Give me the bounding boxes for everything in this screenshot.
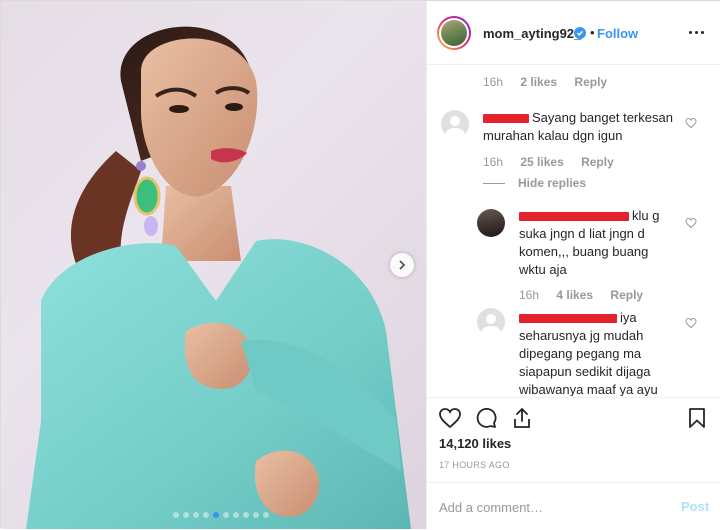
comments-list[interactable]: 16h 2 likes Reply Sayang banget terkesan… (427, 66, 720, 396)
post-photo[interactable] (1, 1, 426, 529)
header-separator: • (590, 25, 595, 40)
post-sidebar: mom_ayting92_ • Follow 16h 2 likes Reply… (426, 1, 720, 529)
follow-button[interactable]: Follow (597, 26, 638, 41)
comment-likes[interactable]: 25 likes (520, 155, 563, 169)
commenter-avatar[interactable] (477, 308, 505, 336)
commenter-avatar[interactable] (441, 110, 469, 138)
carousel-dot (253, 512, 259, 518)
like-comment-heart-icon[interactable] (685, 317, 697, 329)
comment-composer: Post (427, 482, 720, 530)
like-comment-heart-icon[interactable] (685, 117, 697, 129)
carousel-dot (173, 512, 179, 518)
likes-count[interactable]: 14,120 likes (439, 436, 511, 451)
share-icon[interactable] (510, 406, 534, 430)
comment-meta: 16h 2 likes Reply (483, 75, 607, 89)
verified-badge-icon (574, 27, 586, 39)
more-options-icon[interactable] (689, 31, 705, 35)
comment-text: Sayang banget terkesan murahan kalau dgn… (483, 110, 673, 143)
comment-input[interactable] (439, 497, 659, 517)
comment-likes[interactable]: 2 likes (520, 75, 557, 89)
next-photo-button[interactable] (390, 253, 414, 277)
redacted-username (519, 212, 629, 222)
reply-text: iya seharusnya jg mudah dipegang pegang … (519, 310, 658, 396)
carousel-dot (233, 512, 239, 518)
comment-time: 16h (519, 288, 540, 302)
chevron-right-icon (399, 260, 406, 270)
carousel-dot (263, 512, 269, 518)
comment-likes[interactable]: 4 likes (556, 288, 593, 302)
author-username[interactable]: mom_ayting92_ (483, 26, 581, 41)
carousel-dot (193, 512, 199, 518)
post-comment-button[interactable]: Post (681, 499, 709, 514)
post-timestamp: 17 HOURS AGO (439, 460, 510, 470)
reply-button[interactable]: Reply (574, 75, 607, 89)
commenter-avatar[interactable] (477, 209, 505, 237)
post-actions: 14,120 likes 17 HOURS AGO Post (427, 397, 720, 529)
comment-meta: 16h 4 likes Reply (519, 288, 643, 302)
comment-icon[interactable] (474, 406, 498, 430)
portrait-illustration (26, 26, 411, 529)
redacted-username (519, 314, 617, 324)
carousel-dot (203, 512, 209, 518)
heart-icon[interactable] (438, 406, 462, 430)
post-modal: mom_ayting92_ • Follow 16h 2 likes Reply… (0, 0, 720, 529)
reply-button[interactable]: Reply (581, 155, 614, 169)
carousel-dot (213, 512, 219, 518)
carousel-dot (223, 512, 229, 518)
author-avatar[interactable] (437, 16, 471, 50)
comment-meta: 16h 25 likes Reply (483, 155, 614, 169)
comment-time: 16h (483, 75, 504, 89)
carousel-indicator (173, 512, 269, 518)
reply-text: klu g suka jngn d liat jngn d komen,,, b… (519, 208, 660, 277)
bookmark-icon[interactable] (685, 406, 709, 430)
reply-button[interactable]: Reply (610, 288, 643, 302)
comment-time: 16h (483, 155, 504, 169)
carousel-dot (243, 512, 249, 518)
hide-replies-button[interactable]: Hide replies (483, 176, 586, 190)
redacted-username (483, 114, 529, 124)
carousel-dot (183, 512, 189, 518)
like-comment-heart-icon[interactable] (685, 217, 697, 229)
post-header: mom_ayting92_ • Follow (427, 1, 720, 65)
